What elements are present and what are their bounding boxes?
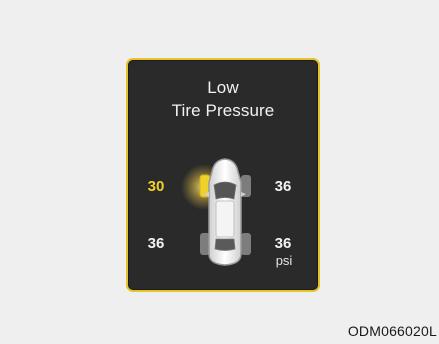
rear-window (214, 238, 236, 251)
car-top-view-icon (181, 158, 251, 266)
windshield (213, 181, 237, 200)
rear-right-tire-icon (241, 233, 251, 255)
tpms-display-panel: Low Tire Pressure 30 36 36 36 psi (126, 58, 320, 292)
car-roof (215, 200, 235, 238)
figure-code: ODM066020L (347, 323, 437, 339)
